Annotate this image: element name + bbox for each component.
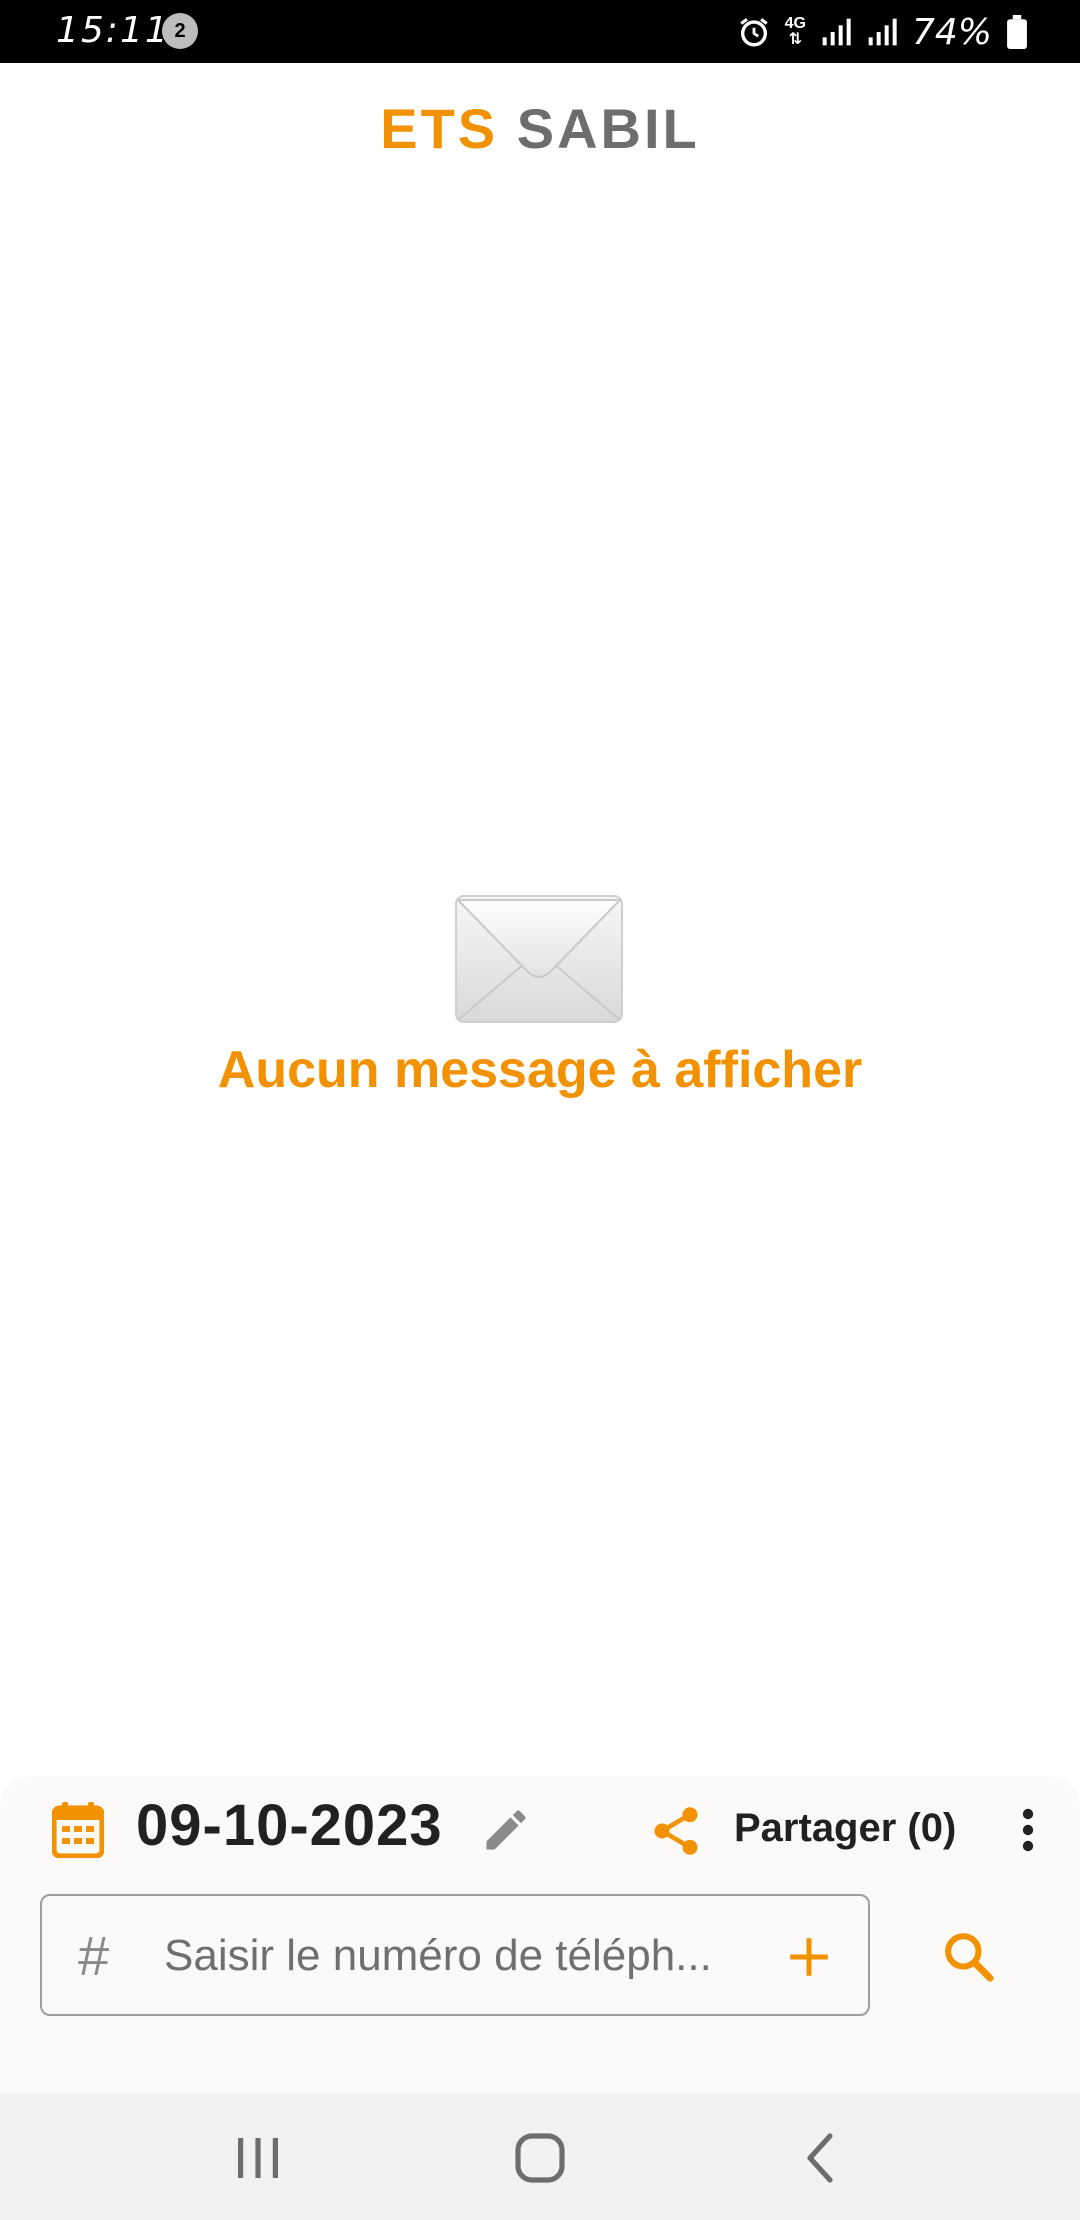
- alarm-icon: [739, 18, 768, 47]
- home-icon[interactable]: [510, 2130, 570, 2186]
- status-time: 15:11: [56, 10, 170, 51]
- network-type: 4G ⇅: [784, 15, 806, 48]
- phone-number-input[interactable]: [164, 1924, 724, 1988]
- app-title-ets: ETS: [380, 97, 499, 160]
- signal-icon: [822, 18, 851, 46]
- app-title-sabil: SABIL: [516, 97, 700, 160]
- battery-icon: [1007, 15, 1027, 49]
- plus-icon[interactable]: [784, 1932, 834, 1982]
- status-icons: 4G ⇅ 74%: [737, 8, 1028, 56]
- share-button[interactable]: Partager (0): [734, 1806, 956, 1851]
- empty-state-message: Aucun message à afficher: [217, 1041, 863, 1099]
- status-bar: 15:11 2 4G ⇅ 74%: [0, 0, 1080, 63]
- back-icon[interactable]: [792, 2130, 852, 2186]
- battery-level: 74%: [911, 11, 992, 53]
- recents-icon[interactable]: [228, 2130, 288, 2186]
- hash-icon: #: [78, 1924, 110, 1987]
- phone-field: #: [40, 1894, 870, 2016]
- pencil-icon[interactable]: [480, 1804, 532, 1856]
- signal-icon-2: [868, 18, 897, 46]
- calendar-icon[interactable]: [52, 1802, 104, 1858]
- envelope-icon: [455, 895, 623, 1023]
- search-icon[interactable]: [940, 1928, 996, 1984]
- selected-date[interactable]: 09-10-2023: [136, 1792, 443, 1859]
- app-title: ETS SABIL: [0, 96, 1080, 161]
- more-vertical-icon[interactable]: [1010, 1806, 1046, 1854]
- navigation-bar: [0, 2094, 1080, 2220]
- share-icon[interactable]: [648, 1803, 704, 1859]
- notification-badge: 2: [162, 13, 198, 49]
